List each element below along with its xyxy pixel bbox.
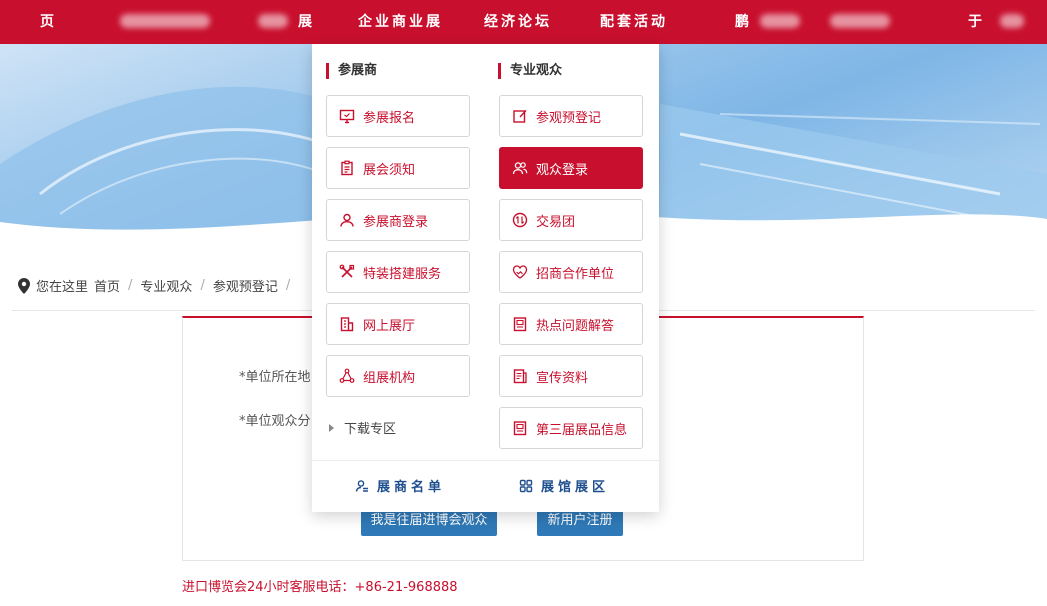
- nav-item-home[interactable]: 页: [40, 0, 57, 44]
- menu-organizer[interactable]: 组展机构: [326, 355, 470, 397]
- menu-online-hall[interactable]: 网上展厅: [326, 303, 470, 345]
- user-icon: [339, 212, 355, 228]
- menu-item-label: 第三届展品信息: [536, 422, 628, 438]
- exchange-icon: [512, 212, 528, 228]
- menu-visitor-login[interactable]: 观众登录: [499, 147, 643, 189]
- menu-third-expo-products[interactable]: 第三届展品信息: [499, 407, 643, 449]
- breadcrumb-visitor[interactable]: 专业观众: [140, 276, 192, 295]
- network-icon: [339, 368, 355, 384]
- grid-icon: [519, 479, 533, 492]
- hall-area-label: 展馆展区: [541, 480, 610, 495]
- users-icon: [512, 160, 528, 176]
- breadcrumb-home[interactable]: 首页: [94, 276, 120, 295]
- menu-partner-units[interactable]: 招商合作单位: [499, 251, 643, 293]
- nav-item-about[interactable]: 于: [968, 0, 985, 44]
- label-company-region: *单位所在地: [239, 370, 311, 385]
- hall-area-link[interactable]: 展馆展区: [519, 476, 609, 495]
- menu-visitor-preregister[interactable]: 参观预登记: [499, 95, 643, 137]
- menu-item-label: 特装搭建服务: [363, 266, 442, 282]
- exhibitor-list-label: 展商名单: [377, 480, 446, 495]
- download-zone-link[interactable]: 下载专区: [329, 418, 396, 437]
- menu-item-label: 观众登录: [536, 162, 589, 178]
- top-nav: 页 展 企业商业展 经济论坛 配套活动 鹏 于: [0, 0, 1047, 44]
- caret-right-icon: [329, 423, 334, 432]
- menu-item-label: 参观预登记: [536, 110, 602, 126]
- nav-item-blurred[interactable]: [760, 14, 800, 28]
- building-icon: [339, 316, 355, 332]
- visitor-dropdown-menu: 参展商 专业观众 参展报名 展会须知 参展商登录 特装搭建服务 网上展厅 组展机…: [312, 44, 659, 512]
- nav-item-blurred[interactable]: [258, 14, 288, 28]
- breadcrumb-separator: /: [285, 278, 291, 293]
- menu-trade-delegation[interactable]: 交易团: [499, 199, 643, 241]
- breadcrumb: 您在这里 首页 / 专业观众 / 参观预登记 /: [18, 276, 292, 295]
- menu-item-label: 参展报名: [363, 110, 416, 126]
- label-visitor-category: *单位观众分: [239, 414, 311, 429]
- person-card-icon: [355, 479, 368, 492]
- nav-item-forum[interactable]: 经济论坛: [484, 0, 552, 44]
- menu-item-label: 展会须知: [363, 162, 416, 178]
- menu-faq[interactable]: 热点问题解答: [499, 303, 643, 345]
- nav-item-business-exhibition[interactable]: 企业商业展: [358, 0, 443, 44]
- menu-item-label: 组展机构: [363, 370, 416, 386]
- menu-item-label: 参展商登录: [363, 214, 429, 230]
- menu-item-label: 招商合作单位: [536, 266, 615, 282]
- nav-item-activities[interactable]: 配套活动: [600, 0, 668, 44]
- location-pin-icon: [18, 277, 30, 294]
- menu-item-label: 网上展厅: [363, 318, 416, 334]
- menu-special-build[interactable]: 特装搭建服务: [326, 251, 470, 293]
- nav-item-exhibition[interactable]: 展: [298, 0, 315, 44]
- menu-item-label: 宣传资料: [536, 370, 589, 386]
- edit-icon: [512, 108, 528, 124]
- document-icon: [512, 316, 528, 332]
- menu-item-label: 交易团: [536, 214, 576, 230]
- menu-exhibitor-notice[interactable]: 展会须知: [326, 147, 470, 189]
- menu-promo-materials[interactable]: 宣传资料: [499, 355, 643, 397]
- menu-exhibitor-signup[interactable]: 参展报名: [326, 95, 470, 137]
- nav-item-blurred[interactable]: [120, 14, 210, 28]
- document-icon: [512, 420, 528, 436]
- exhibitor-column-title: 参展商: [326, 63, 377, 79]
- monitor-icon: [339, 108, 355, 124]
- menu-item-label: 热点问题解答: [536, 318, 615, 334]
- handshake-icon: [512, 264, 528, 280]
- tools-icon: [339, 264, 355, 280]
- breadcrumb-separator: /: [128, 278, 133, 293]
- download-zone-label: 下载专区: [344, 422, 397, 437]
- breadcrumb-separator: /: [200, 278, 205, 293]
- nav-item-partial[interactable]: 鹏: [735, 0, 752, 44]
- nav-item-blurred[interactable]: [830, 14, 890, 28]
- menu-exhibitor-login[interactable]: 参展商登录: [326, 199, 470, 241]
- hotline-text: 进口博览会24小时客服电话：+86-21-968888: [182, 580, 458, 595]
- clipboard-icon: [339, 160, 355, 176]
- brochure-icon: [512, 368, 528, 384]
- breadcrumb-current: 参观预登记: [212, 280, 278, 295]
- nav-item-blurred[interactable]: [1000, 14, 1024, 28]
- visitor-column-title: 专业观众: [498, 63, 562, 79]
- exhibitor-list-link[interactable]: 展商名单: [355, 476, 445, 495]
- menu-divider: [312, 460, 659, 461]
- breadcrumb-prefix: 您在这里: [36, 280, 89, 295]
